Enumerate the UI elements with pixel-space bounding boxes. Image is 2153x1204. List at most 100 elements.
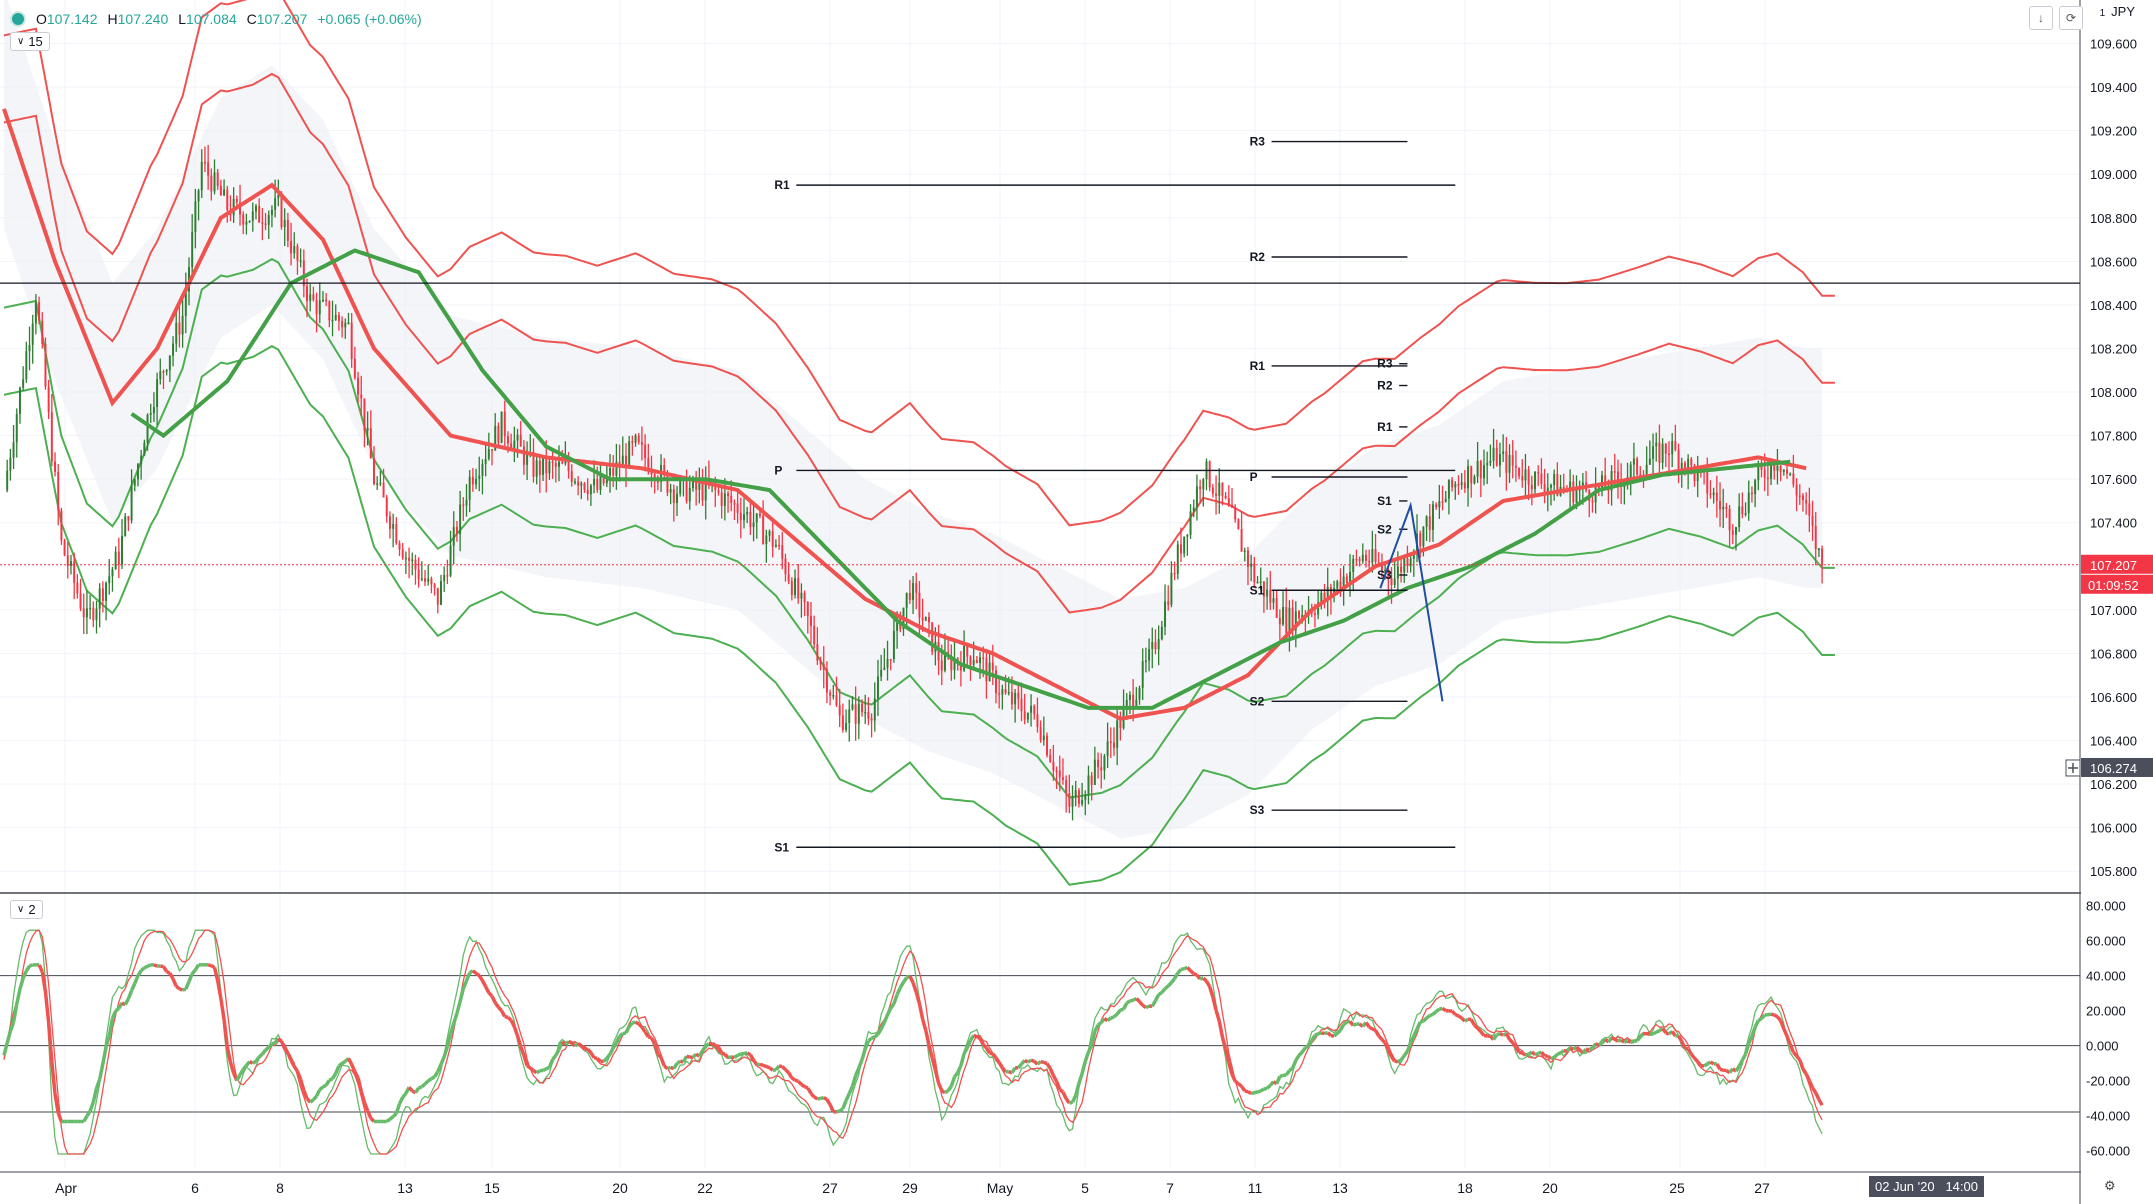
oscillator-main-segment <box>175 984 181 991</box>
oscillator-main-segment <box>207 963 212 968</box>
candle-body <box>1636 458 1639 475</box>
oscillator-main-segment <box>1030 1058 1035 1063</box>
candle-body <box>226 189 229 210</box>
oscillator-main-segment <box>640 1026 647 1033</box>
oscillator-main-segment <box>991 1052 998 1059</box>
candle-body <box>1215 493 1218 496</box>
candle-body <box>1151 642 1154 650</box>
close-value: 107.207 <box>256 11 308 27</box>
oscillator-main-segment <box>608 1047 615 1055</box>
oscillator-main-segment <box>589 1051 596 1059</box>
candle-body <box>54 461 57 472</box>
oscillator-main-segment <box>184 980 191 990</box>
candle-body <box>1218 482 1221 496</box>
time-tick-label: 29 <box>902 1180 918 1196</box>
candle-body <box>1476 461 1479 477</box>
oscillator-main-segment <box>596 1057 602 1063</box>
candle-body <box>1272 598 1275 603</box>
candle-body <box>274 198 277 210</box>
oscillator-main-segment <box>286 1052 293 1062</box>
oscillator-main-segment <box>1371 1027 1377 1032</box>
candle-body <box>1601 475 1604 489</box>
price-tick-label: 108.400 <box>2090 298 2137 313</box>
oscillator-main-segment <box>743 1051 748 1056</box>
oscillator-toggle[interactable]: ∨ 2 <box>10 900 43 919</box>
candle-body <box>1128 694 1131 700</box>
ohlc-header: O107.142 H107.240 L107.084 C107.207 +0.0… <box>10 6 422 32</box>
oscillator-main-segment <box>1715 1063 1722 1071</box>
candle-body <box>1648 458 1651 465</box>
candle-body <box>644 444 647 459</box>
price-tick-label: 106.200 <box>2090 777 2137 792</box>
oscillator-main-segment <box>210 964 216 969</box>
oscillator-main-segment <box>1792 1051 1798 1058</box>
oscillator-main-segment <box>123 998 130 1006</box>
candle-body <box>758 513 761 516</box>
download-icon[interactable]: ↓ <box>2029 6 2053 30</box>
oscillator-main-segment <box>838 1107 844 1113</box>
candle-body <box>1674 441 1677 450</box>
oscillator-main-segment <box>902 976 909 984</box>
oscillator-main-segment <box>637 1022 644 1029</box>
oscillator-main-segment <box>803 1085 809 1090</box>
candle-body <box>306 286 309 302</box>
candle-body <box>819 660 822 664</box>
candle-body <box>998 693 1001 695</box>
gear-icon[interactable]: ⚙ <box>2104 1178 2116 1194</box>
oscillator-main-segment <box>647 1035 652 1040</box>
candle-body <box>1540 473 1543 485</box>
candle-body <box>1077 790 1080 804</box>
candle-body <box>95 608 98 621</box>
oscillator-main-segment <box>1556 1051 1562 1056</box>
oscillator-main-segment <box>114 1007 120 1013</box>
oscillator-main-segment <box>1419 1019 1424 1024</box>
candle-body <box>136 464 139 480</box>
candle-body <box>752 522 755 527</box>
candle-body <box>108 576 111 584</box>
candle-body <box>672 489 675 504</box>
candle-body <box>468 476 471 500</box>
oscillator-main-segment <box>423 1079 430 1086</box>
interval-toggle[interactable]: ∨ 15 <box>10 32 50 51</box>
candle-body <box>159 371 162 380</box>
symbol-dot-icon[interactable] <box>10 11 26 27</box>
price-tick-label: 106.600 <box>2090 690 2137 705</box>
oscillator-main-segment <box>1263 1086 1268 1091</box>
oscillator-main-segment <box>1259 1087 1265 1093</box>
candle-body <box>1479 461 1482 479</box>
oscillator-main-segment <box>924 1030 931 1046</box>
toolbar-buttons: ↓ ⟳ <box>2029 6 2083 30</box>
oscillator-main-segment <box>847 1085 855 1095</box>
candle-body <box>92 607 95 621</box>
oscillator-main-segment <box>1253 1090 1258 1095</box>
oscillator-main-segment <box>271 1041 276 1046</box>
candle-body <box>1817 548 1820 551</box>
candle-body <box>535 460 538 477</box>
oscillator-main-segment <box>1817 1098 1824 1107</box>
candle-body <box>133 479 136 486</box>
candle-body <box>353 358 356 378</box>
candle-body <box>1192 507 1195 512</box>
candle-body <box>1170 572 1173 605</box>
candle-body <box>1779 465 1782 472</box>
candle-body <box>1061 777 1064 780</box>
pivot-label-r1: R1 <box>1250 359 1266 373</box>
candle-body <box>755 513 758 523</box>
candle-body <box>1518 467 1521 477</box>
candle-body <box>290 240 293 254</box>
candle-body <box>1081 800 1084 804</box>
oscillator-main-segment <box>860 1048 867 1061</box>
oscillator-main-segment <box>279 1040 287 1050</box>
candle-body <box>1282 606 1285 625</box>
price-chart[interactable]: R1PS1R3R2R1PS1S2S3R3R2R1S1S2S3 109.60010… <box>0 0 2153 1204</box>
candle-body <box>749 511 752 527</box>
refresh-icon[interactable]: ⟳ <box>2059 6 2083 30</box>
candle-body <box>328 301 331 321</box>
envelope-bands <box>3 0 1835 886</box>
candle-body <box>513 440 516 449</box>
oscillator-main-segment <box>1291 1059 1298 1069</box>
candle-body <box>1116 720 1119 748</box>
currency-label[interactable]: 1 JPY <box>2100 4 2135 19</box>
time-tick-label: 27 <box>822 1180 838 1196</box>
candle-body <box>908 592 911 600</box>
